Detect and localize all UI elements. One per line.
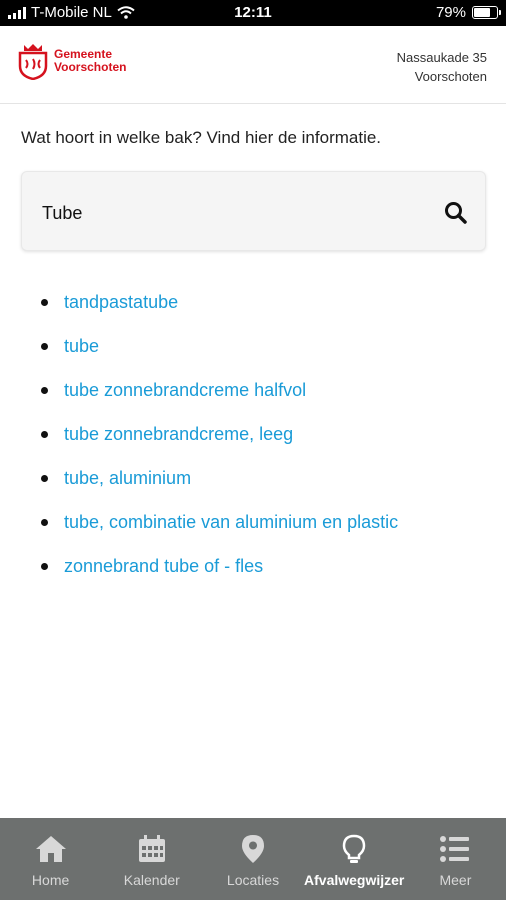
results-list: tandpastatube tube tube zonnebrandcreme … xyxy=(36,280,398,588)
municipality-logo[interactable]: Gemeente Voorschoten xyxy=(18,42,126,80)
lightbulb-icon xyxy=(342,834,366,863)
calendar-icon xyxy=(138,835,165,862)
app-header: Gemeente Voorschoten Nassaukade 35 Voors… xyxy=(0,26,506,104)
list-item: tube zonnebrandcreme halfvol xyxy=(36,368,398,412)
list-item: zonnebrand tube of - fles xyxy=(36,544,398,588)
tab-label: Locaties xyxy=(226,872,280,888)
tab-kalender[interactable]: Kalender xyxy=(101,818,202,900)
search-input-value[interactable]: Tube xyxy=(42,203,82,224)
list-item: tube zonnebrandcreme, leeg xyxy=(36,412,398,456)
map-pin-icon xyxy=(242,835,264,863)
battery-group: 79% xyxy=(435,4,501,21)
address-street: Nassaukade 35 xyxy=(396,50,487,65)
battery-percent: 79% xyxy=(435,4,466,21)
list-item: tandpastatube xyxy=(36,280,398,324)
list-item: tube, combinatie van aluminium en plasti… xyxy=(36,500,398,544)
logo-line-2: Voorschoten xyxy=(54,60,127,74)
clock: 12:11 xyxy=(234,4,272,21)
search-icon[interactable] xyxy=(443,200,469,226)
result-link[interactable]: tube zonnebrandcreme halfvol xyxy=(64,380,306,401)
result-link[interactable]: tube, combinatie van aluminium en plasti… xyxy=(64,512,398,533)
address[interactable]: Nassaukade 35 Voorschoten xyxy=(397,48,487,86)
intro-text: Wat hoort in welke bak? Vind hier de inf… xyxy=(21,128,382,147)
tab-home[interactable]: Home xyxy=(0,818,101,900)
menu-list-icon xyxy=(440,836,470,862)
address-city: Voorschoten xyxy=(414,69,487,84)
list-item: tube, aluminium xyxy=(36,456,398,500)
battery-fill xyxy=(474,8,490,17)
tab-label: Afvalwegwijzer xyxy=(304,872,405,888)
result-link[interactable]: tube zonnebrandcreme, leeg xyxy=(64,424,293,445)
bottom-tab-bar: Home Kalender Locaties Afvalwegwijzer Me… xyxy=(0,818,506,900)
tab-label: Home xyxy=(31,872,70,888)
crest-icon xyxy=(18,44,48,80)
result-link[interactable]: tube xyxy=(64,336,99,357)
logo-wordmark: Gemeente Voorschoten xyxy=(54,48,126,74)
tab-meer[interactable]: Meer xyxy=(405,818,506,900)
result-link[interactable]: zonnebrand tube of - fles xyxy=(64,556,263,577)
tab-label: Kalender xyxy=(123,872,180,888)
result-link[interactable]: tandpastatube xyxy=(64,292,178,313)
tab-label: Meer xyxy=(439,872,472,888)
tab-locaties[interactable]: Locaties xyxy=(202,818,303,900)
list-item: tube xyxy=(36,324,398,368)
result-link[interactable]: tube, aluminium xyxy=(64,468,191,489)
battery-icon xyxy=(472,6,501,19)
search-field[interactable]: Tube xyxy=(21,171,486,251)
home-icon xyxy=(35,836,66,862)
tab-afvalwegwijzer[interactable]: Afvalwegwijzer xyxy=(304,818,405,900)
status-bar: T-Mobile NL 12:11 79% xyxy=(0,0,506,26)
